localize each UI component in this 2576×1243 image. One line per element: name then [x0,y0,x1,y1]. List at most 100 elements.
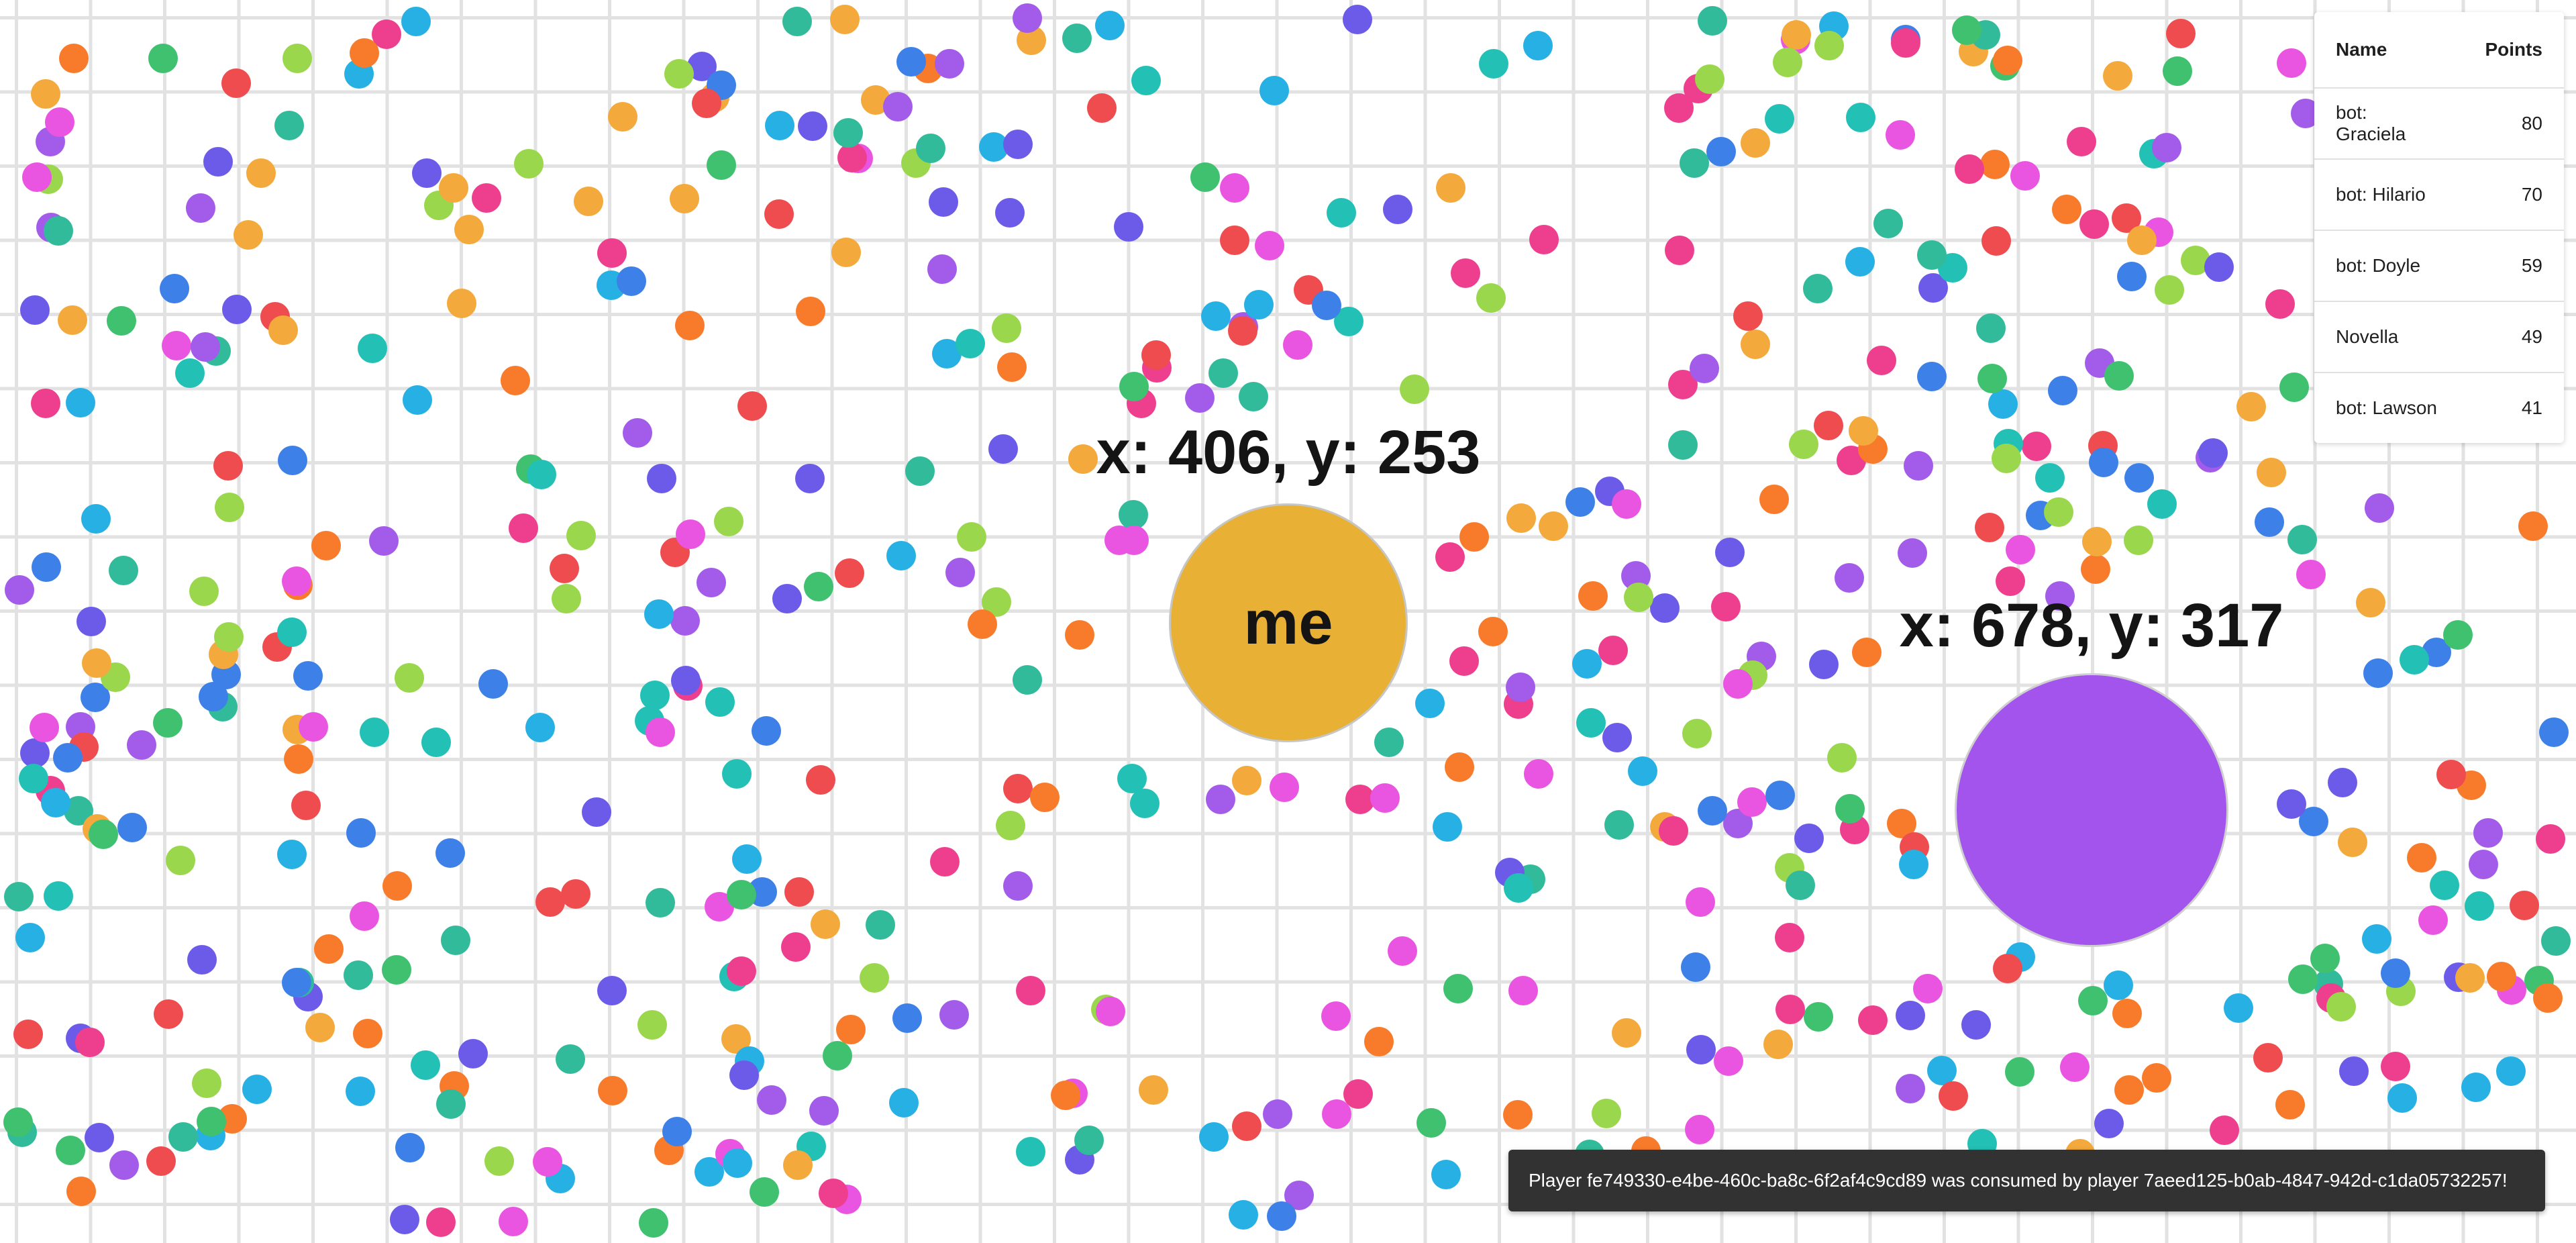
food-pellet [89,819,118,849]
food-pellet [411,1050,440,1080]
food-pellet [1576,708,1606,738]
food-pellet [1529,225,1559,254]
food-pellet [1723,669,1753,699]
food-pellet [883,92,913,121]
food-pellet [1993,46,2022,75]
food-pellet [1433,812,1462,842]
food-pellet [804,572,833,601]
food-pellet [1062,23,1092,53]
food-pellet [1539,511,1568,541]
food-pellet [2473,818,2503,848]
food-pellet [2487,962,2516,991]
food-pellet [1119,526,1149,555]
food-pellet [1565,487,1595,517]
food-pellet [1698,796,1727,826]
food-pellet [166,846,195,875]
food-pellet [597,238,627,268]
leaderboard-row: Novella 49 [2314,301,2564,373]
food-pellet [1220,226,1249,255]
food-pellet [127,730,156,760]
food-pellet [2236,392,2266,421]
food-pellet [1476,283,1506,313]
food-pellet [53,743,83,773]
food-pellet [2328,768,2357,797]
food-pellet [1114,212,1143,242]
food-pellet [2356,588,2385,617]
food-pellet [639,1208,668,1238]
food-pellet [1051,1081,1080,1110]
food-pellet [412,158,442,188]
food-pellet [30,713,59,742]
food-pellet [1737,787,1767,817]
food-pellet [1846,103,1875,132]
food-pellet [783,1150,813,1180]
food-pellet [640,681,670,710]
food-pellet [997,352,1027,382]
food-pellet [2443,620,2473,650]
food-pellet [866,910,895,940]
food-pellet [458,1039,488,1068]
food-pellet [1803,274,1833,303]
player-me-coordinates: x: 406, y: 253 [1096,418,1481,487]
food-pellet [426,1207,456,1237]
food-pellet [1504,873,1533,903]
food-pellet [1992,444,2021,473]
leaderboard-player-points: 49 [2463,301,2564,373]
food-pellet [2117,262,2147,291]
food-pellet [2210,1115,2239,1145]
food-pellet [992,313,1021,343]
food-pellet [175,358,205,388]
food-pellet [892,1003,922,1033]
food-pellet [608,102,637,132]
food-pellet [1370,783,1400,813]
food-pellet [692,89,721,118]
food-pellet [1886,120,1915,150]
food-pellet [2288,964,2318,994]
food-pellet [305,1013,335,1042]
food-pellet [1706,137,1736,166]
food-pellet [346,818,376,848]
food-pellet [2052,195,2081,224]
food-pellet [1190,162,1220,192]
food-pellet [1939,1081,1968,1111]
food-pellet [148,44,178,73]
food-pellet [2224,993,2253,1023]
food-pellet [1917,240,1947,270]
food-pellet [1873,209,1903,238]
food-pellet [214,622,244,652]
food-pellet [1993,954,2022,983]
food-pellet [2275,1090,2305,1120]
food-pellet [277,617,307,647]
food-pellet [617,266,646,296]
food-pellet [1858,1005,1888,1035]
food-pellet [58,305,87,335]
leaderboard-player-name: bot: Lawson [2336,397,2437,418]
food-pellet [186,193,215,223]
food-pellet [501,366,530,395]
leaderboard-player-name: Novella [2314,301,2464,373]
food-pellet [1765,104,1794,134]
food-pellet [2035,463,2065,493]
food-pellet [2067,127,2096,156]
food-pellet [403,385,432,415]
food-pellet [1259,76,1289,105]
leaderboard-header-row: Name Points [2314,12,2564,89]
food-pellet [1773,48,1802,77]
food-pellet [647,464,676,493]
food-pellet [556,1044,585,1074]
game-canvas[interactable]: x: 406, y: 253 me x: 678, y: 317 Name Po… [0,0,2576,1243]
food-pellet [2436,760,2466,789]
food-pellet [1263,1099,1292,1129]
food-pellet [2255,507,2284,537]
food-pellet [1976,313,2006,343]
food-pellet [1741,330,1770,359]
food-pellet [59,44,89,73]
food-pellet [1228,316,1257,346]
food-pellet [4,882,34,911]
food-pellet [1030,783,1060,812]
food-pellet [646,717,675,747]
food-pellet [566,521,596,550]
food-pellet [809,1096,839,1126]
food-pellet [1852,638,1882,667]
food-pellet [1239,382,1268,411]
